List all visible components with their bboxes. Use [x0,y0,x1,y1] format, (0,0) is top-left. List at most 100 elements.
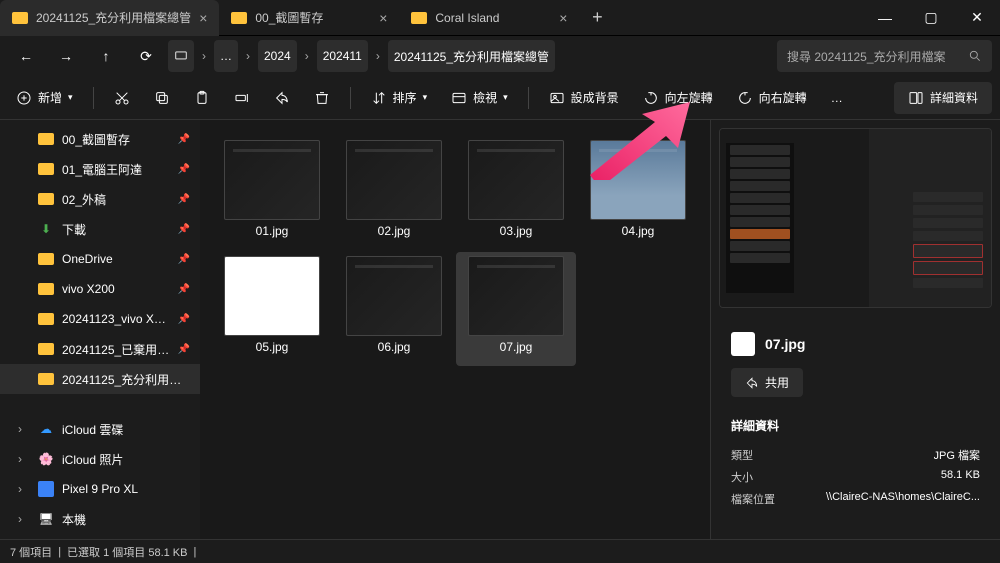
path-root[interactable] [168,40,194,72]
sidebar-item[interactable]: ⬇下載📌 [0,214,200,244]
up-button[interactable]: ↑ [88,40,124,72]
new-button[interactable]: 新增 ▾ [8,82,81,114]
breadcrumb-segment[interactable]: 20241125_充分利用檔案總管 [388,40,555,72]
refresh-button[interactable]: ⟳ [128,40,164,72]
sidebar-item[interactable]: 01_電腦王阿達📌 [0,154,200,184]
file-name: 03.jpg [500,224,533,238]
forward-button[interactable]: → [48,40,84,72]
close-icon[interactable]: × [379,10,387,26]
sidebar-item[interactable]: ›🖥本機 [0,504,200,534]
sidebar-item[interactable]: 20241125_已棄用軟體清📌 [0,334,200,364]
breadcrumb-segment[interactable]: 202411 [317,40,368,72]
sidebar-item[interactable]: 00_截圖暫存📌 [0,124,200,154]
rotate-right-button[interactable]: 向右旋轉 [729,82,815,114]
minimize-button[interactable]: — [862,0,908,36]
sidebar-item[interactable]: ›☁iCloud 雲碟 [0,414,200,444]
file-item[interactable]: 03.jpg [456,136,576,250]
sidebar-item-label: OneDrive [62,252,170,266]
file-item[interactable]: 05.jpg [212,252,332,366]
file-item[interactable]: 04.jpg [578,136,698,250]
pin-icon: 📌 [178,344,190,355]
cut-icon [114,90,130,106]
sidebar-item[interactable]: OneDrive📌 [0,244,200,274]
tab[interactable]: 00_截圖暫存 × [219,0,399,36]
file-name: 07.jpg [500,340,533,354]
view-icon [451,90,467,106]
copy-icon [154,90,170,106]
file-item[interactable]: 01.jpg [212,136,332,250]
details-button[interactable]: 詳細資料 [894,82,992,114]
delete-button[interactable] [306,82,338,114]
file-info: 07.jpg 共用 詳細資料 類型JPG 檔案大小58.1 KB檔案位置\\Cl… [711,316,1000,526]
sidebar-item[interactable]: ›🌸iCloud 照片 [0,444,200,474]
file-thumbnail [468,256,564,336]
window-controls: — ▢ ✕ [862,0,1000,36]
share-button[interactable]: 共用 [731,368,803,397]
file-name: 04.jpg [622,224,655,238]
sidebar-item-label: iCloud 雲碟 [62,421,190,438]
cut-button[interactable] [106,82,138,114]
more-button[interactable]: … [823,82,851,114]
detail-value: \\ClaireC-NAS\homes\ClaireC... [826,491,980,507]
file-item[interactable]: 02.jpg [334,136,454,250]
file-thumbnail [224,140,320,220]
file-thumbnail [590,140,686,220]
new-tab-button[interactable]: + [579,7,615,28]
rotate-right-icon [737,90,753,106]
tab[interactable]: Coral Island × [399,0,579,36]
folder-icon [38,311,54,327]
phone-icon [38,481,54,497]
search-icon [968,49,982,63]
divider [528,87,529,109]
folder-icon [38,341,54,357]
sort-button[interactable]: 排序 ▾ [363,82,436,114]
content: 01.jpg 02.jpg 03.jpg 04.jpg 05.jpg 06.jpg 07.j… [200,120,1000,563]
detail-key: 大小 [731,469,753,485]
folder-icon [38,161,54,177]
rotate-left-button[interactable]: 向左旋轉 [635,82,721,114]
sidebar-item[interactable]: vivo X200📌 [0,274,200,304]
tab-label: Coral Island [435,11,551,25]
close-icon[interactable]: × [559,10,567,26]
titlebar: 20241125_充分利用檔案總管 × 00_截圖暫存 × Coral Isla… [0,0,1000,36]
set-background-button[interactable]: 設成背景 [541,82,627,114]
breadcrumb-segment[interactable]: 2024 [258,40,297,72]
statusbar: 7 個項目 | 已選取 1 個項目 58.1 KB | [0,539,1000,563]
folder-icon [38,131,54,147]
sidebar-item-label: 20241125_充分利用檔案總 [62,371,190,388]
view-button[interactable]: 檢視 ▾ [443,82,516,114]
rename-icon [234,90,250,106]
status-selected: 已選取 1 個項目 58.1 KB [67,544,187,560]
file-item[interactable]: 07.jpg [456,252,576,366]
path-more[interactable]: … [214,40,238,72]
file-thumbnail [346,140,442,220]
sidebar-item[interactable]: 20241125_充分利用檔案總 [0,364,200,394]
detail-row: 大小58.1 KB [731,466,980,488]
detail-value: JPG 檔案 [934,447,980,463]
sidebar-item[interactable]: 02_外稿📌 [0,184,200,214]
pin-icon: 📌 [178,134,190,145]
chevron-icon: › [18,482,30,496]
close-button[interactable]: ✕ [954,0,1000,36]
sidebar-item[interactable]: 20241123_vivo X200 Pro📌 [0,304,200,334]
share-button[interactable] [266,82,298,114]
file-name: 02.jpg [378,224,411,238]
back-button[interactable]: ← [8,40,44,72]
file-name: 05.jpg [256,340,289,354]
tab-active[interactable]: 20241125_充分利用檔案總管 × [0,0,219,36]
sidebar-item-label: 01_電腦王阿達 [62,161,170,178]
tab-label: 20241125_充分利用檔案總管 [36,9,191,26]
file-item[interactable]: 06.jpg [334,252,454,366]
maximize-button[interactable]: ▢ [908,0,954,36]
paste-button[interactable] [186,82,218,114]
chevron-icon: › [198,49,210,63]
download-icon: ⬇ [38,221,54,237]
copy-button[interactable] [146,82,178,114]
chevron-icon: › [18,512,30,526]
rename-button[interactable] [226,82,258,114]
close-icon[interactable]: × [199,10,207,26]
sidebar-item[interactable]: ›Pixel 9 Pro XL [0,474,200,504]
search-input[interactable]: 搜尋 20241125_充分利用檔案 [777,40,992,72]
folder-icon [38,371,54,387]
pc-icon: 🖥 [38,511,54,527]
